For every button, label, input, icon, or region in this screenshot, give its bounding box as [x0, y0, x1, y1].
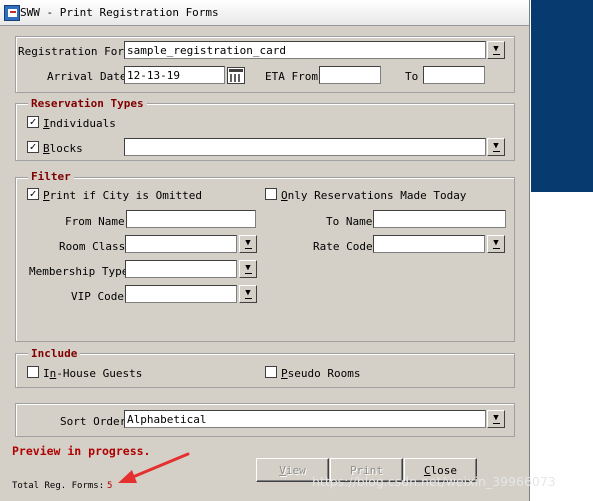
- print-if-city-omitted-label[interactable]: Print if City is Omitted: [43, 189, 202, 202]
- blocks-label[interactable]: Blocks: [43, 142, 83, 155]
- arrival-date-field[interactable]: 12-13-19: [124, 66, 225, 84]
- to-name-field[interactable]: [373, 210, 506, 228]
- watermark-text: https://blog.csdn.net/weixin_39966073: [312, 474, 556, 489]
- window-title: SWW - Print Registration Forms: [20, 6, 219, 19]
- filter-legend: Filter: [28, 170, 74, 183]
- pseudo-rooms-checkbox[interactable]: [265, 366, 277, 378]
- only-today-label[interactable]: Only Reservations Made Today: [281, 189, 466, 202]
- vip-code-dropdown-button[interactable]: [239, 285, 257, 303]
- membership-type-label: Membership Type: [29, 265, 129, 278]
- checkmark-icon: ✓: [29, 115, 37, 128]
- include-legend: Include: [28, 347, 81, 360]
- registration-form-label: Registration Form: [18, 45, 131, 58]
- background-window-panel: [531, 0, 593, 192]
- individuals-checkbox[interactable]: ✓: [27, 116, 39, 128]
- registration-form-dropdown-button[interactable]: [487, 41, 505, 59]
- eta-to-label: To: [405, 70, 419, 83]
- from-name-field[interactable]: [126, 210, 256, 228]
- membership-type-dropdown-button[interactable]: [239, 260, 257, 278]
- room-class-field[interactable]: [125, 235, 237, 253]
- in-house-guests-label[interactable]: In-House Guests: [43, 367, 142, 380]
- room-class-dropdown-button[interactable]: [239, 235, 257, 253]
- checkmark-icon: ✓: [29, 140, 37, 153]
- rate-code-field[interactable]: [373, 235, 485, 253]
- blocks-dropdown-button[interactable]: [487, 138, 505, 156]
- sort-order-field[interactable]: Alphabetical: [124, 410, 486, 428]
- sort-order-dropdown-button[interactable]: [487, 410, 505, 428]
- annotation-arrow-icon: [118, 452, 190, 483]
- sort-order-label: Sort Order: [60, 415, 127, 428]
- pseudo-rooms-label[interactable]: Pseudo Rooms: [281, 367, 360, 380]
- registration-form-field[interactable]: sample_registration_card: [124, 41, 486, 59]
- app-icon: [4, 5, 20, 21]
- only-today-checkbox[interactable]: [265, 188, 277, 200]
- rate-code-label: Rate Code: [313, 240, 373, 253]
- print-if-city-omitted-checkbox[interactable]: ✓: [27, 188, 39, 200]
- in-house-guests-checkbox[interactable]: [27, 366, 39, 378]
- membership-type-field[interactable]: [125, 260, 237, 278]
- from-name-label: From Name: [65, 215, 125, 228]
- individuals-label[interactable]: Individuals: [43, 117, 116, 130]
- blocks-field[interactable]: [124, 138, 486, 156]
- vip-code-label: VIP Code: [71, 290, 124, 303]
- rate-code-dropdown-button[interactable]: [487, 235, 505, 253]
- blocks-checkbox[interactable]: ✓: [27, 141, 39, 153]
- room-class-label: Room Class: [59, 240, 126, 253]
- reservation-types-legend: Reservation Types: [28, 97, 147, 110]
- checkmark-icon: ✓: [29, 187, 37, 200]
- eta-from-field[interactable]: [319, 66, 381, 84]
- eta-to-field[interactable]: [423, 66, 485, 84]
- vip-code-field[interactable]: [125, 285, 237, 303]
- to-name-label: To Name: [326, 215, 373, 228]
- total-reg-forms-label: Total Reg. Forms:: [12, 481, 105, 491]
- arrival-date-label: Arrival Date: [47, 70, 127, 83]
- calendar-icon[interactable]: [227, 67, 245, 84]
- eta-from-label: ETA From: [265, 70, 318, 83]
